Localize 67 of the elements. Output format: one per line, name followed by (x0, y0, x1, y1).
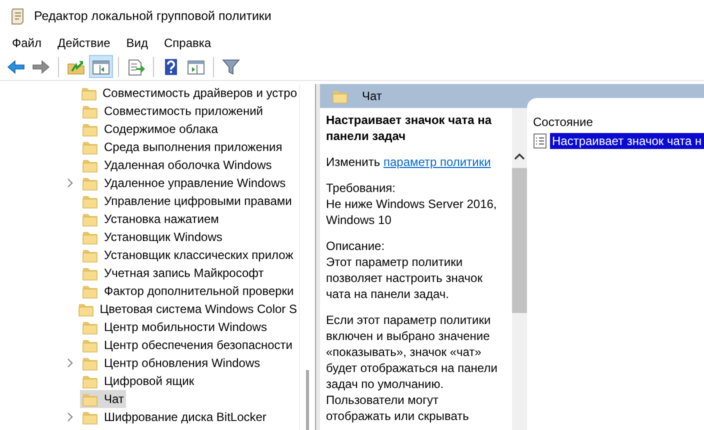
panel-icon (187, 58, 205, 76)
folder-icon (82, 157, 98, 173)
tree-item[interactable]: Содержимое облака (80, 120, 220, 138)
description-text: Если этот параметр политики включен и выбрано значение «показывать», значок «чат» будет отображаться на панели задач по умолчанию. Пользователи могут отображать или скрывать (326, 312, 498, 424)
folder-icon (82, 175, 98, 191)
document-arrow-icon (127, 58, 145, 76)
folder-icon (80, 85, 97, 101)
list-item[interactable]: Настраивает значок чата н (550, 133, 704, 149)
tree-item[interactable]: Совместимость драйверов и устро (78, 84, 299, 102)
tree-item[interactable]: Шифрование диска BitLocker (80, 408, 268, 426)
tree-item[interactable]: Цифровой ящик (80, 372, 196, 390)
folder-icon (82, 373, 98, 389)
tree-item[interactable]: Цветовая система Windows Color S (76, 300, 299, 318)
header-title: Чат (362, 89, 382, 103)
edit-label: Изменить (326, 155, 382, 169)
scroll-icon (10, 7, 26, 25)
folder-icon (82, 211, 98, 227)
menu-item[interactable]: Справка (156, 36, 220, 50)
folder-icon (82, 265, 98, 281)
folder-icon (82, 229, 98, 245)
tree-item[interactable]: Установщик Windows (80, 228, 224, 246)
folder-icon (82, 121, 98, 137)
folder-icon (82, 337, 98, 353)
folder-icon (332, 88, 348, 104)
help-icon (162, 58, 180, 76)
toolbar-button[interactable] (89, 55, 113, 78)
tree-item[interactable]: Центр мобильности Windows (80, 318, 269, 336)
folder-icon (82, 283, 98, 299)
policy-settings-link[interactable]: параметр политики (383, 155, 491, 169)
folder-icon (82, 391, 98, 407)
tree-item[interactable]: Центр обновления Windows (80, 354, 262, 372)
description-label: Описание: (326, 238, 386, 254)
tree-item[interactable]: Центр обеспечения безопасности (80, 336, 294, 354)
tree-item[interactable]: Чат (80, 390, 126, 408)
column-header[interactable]: Состояние (533, 112, 704, 132)
tree-item[interactable]: Фактор дополнительной проверки (80, 282, 296, 300)
forward-arrow-icon (32, 58, 50, 76)
folder-icon (82, 193, 98, 209)
folder-icon (82, 409, 98, 425)
tree-item[interactable]: Удаленное управление Windows (80, 174, 288, 192)
tree-item[interactable]: Среда выполнения приложения (80, 138, 284, 156)
folder-icon (82, 103, 98, 119)
folder-icon (82, 319, 98, 335)
tree-item[interactable]: Установщик классических прилож (80, 246, 296, 264)
tree-item[interactable]: Совместимость приложений (80, 102, 265, 120)
menu-item[interactable]: Файл (4, 36, 50, 50)
tree-item[interactable]: Учетная запись Майкрософт (80, 264, 266, 282)
scrollbar-thumb[interactable] (512, 168, 527, 313)
policy-title: Настраивает значок чата на панели задач (326, 112, 493, 144)
filter-icon (222, 58, 240, 76)
description-text: Этот параметр политики позволяет настроить значок чата на панели задач. (326, 254, 484, 302)
tree-item[interactable]: Удаленная оболочка Windows (80, 156, 274, 174)
panel-icon (92, 58, 110, 76)
tree-item[interactable]: Управление цифровыми правами (80, 192, 294, 210)
folder-icon (78, 301, 94, 317)
setting-icon (533, 133, 547, 149)
requirements-text: Не ниже Windows Server 2016, Windows 10 (326, 196, 498, 228)
window-title: Редактор локальной групповой политики (34, 9, 272, 23)
menu-item[interactable]: Действие (50, 36, 118, 50)
folder-icon (82, 355, 98, 371)
tree-item[interactable]: Установка нажатием (80, 210, 221, 228)
menu-item[interactable]: Вид (118, 36, 156, 50)
folder-icon (82, 247, 98, 263)
scrollbar-thumb[interactable] (306, 370, 309, 430)
folder-icon (82, 139, 98, 155)
back-arrow-icon (7, 58, 25, 76)
requirements-label: Требования: (326, 180, 396, 196)
